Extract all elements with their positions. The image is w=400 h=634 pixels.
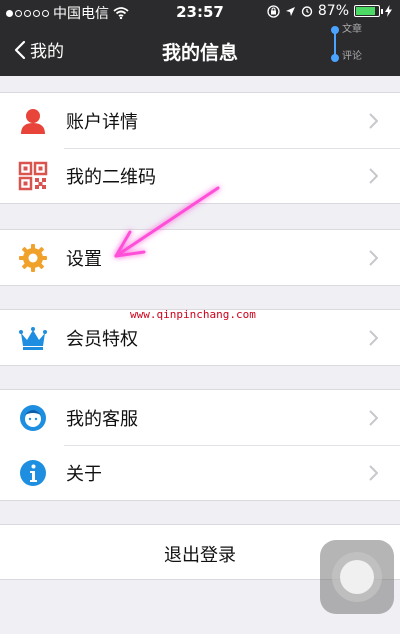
user-icon bbox=[21, 109, 45, 134]
chevron-right-icon bbox=[369, 113, 378, 129]
charging-icon bbox=[385, 5, 392, 17]
chevron-right-icon bbox=[369, 410, 378, 426]
customer-service-icon bbox=[20, 405, 46, 431]
location-icon bbox=[285, 6, 295, 16]
battery-fill bbox=[356, 7, 376, 15]
side-label-article: 文章 bbox=[342, 24, 362, 35]
crown-icon bbox=[19, 327, 47, 350]
menu-item-label: 我的客服 bbox=[66, 408, 138, 430]
side-widget-dot-bottom bbox=[331, 54, 339, 62]
support-group: 我的客服 关于 bbox=[0, 389, 400, 501]
navigation-bar: 我的 我的信息 文章 评论 bbox=[0, 24, 400, 76]
chevron-right-icon bbox=[369, 168, 378, 184]
menu-item-customer-service[interactable]: 我的客服 bbox=[0, 390, 400, 445]
info-icon bbox=[20, 460, 46, 486]
menu-item-label: 关于 bbox=[66, 463, 102, 485]
side-widget-dot-top bbox=[331, 26, 339, 34]
alarm-icon bbox=[301, 6, 313, 17]
gear-icon bbox=[19, 244, 47, 272]
watermark: www.qinpinchang.com bbox=[130, 308, 256, 321]
qr-code-icon bbox=[18, 161, 48, 191]
menu-item-label: 会员特权 bbox=[66, 328, 138, 350]
annotation-arrow-icon bbox=[114, 186, 220, 258]
status-bar: 中国电信 23:57 87% bbox=[0, 0, 400, 24]
side-navigation-widget[interactable]: 文章 评论 bbox=[330, 24, 370, 76]
chevron-right-icon bbox=[369, 250, 378, 266]
battery-icon bbox=[354, 5, 383, 17]
side-label-comment: 评论 bbox=[342, 51, 362, 62]
menu-item-about[interactable]: 关于 bbox=[0, 445, 400, 500]
assistive-touch-button[interactable] bbox=[320, 540, 394, 614]
status-right: 87% bbox=[267, 3, 392, 19]
menu-item-account-details[interactable]: 账户详情 bbox=[0, 93, 400, 148]
menu-item-label: 设置 bbox=[66, 248, 102, 270]
battery-percent: 87% bbox=[317, 3, 349, 19]
rotation-lock-icon bbox=[267, 4, 280, 18]
assistive-touch-core bbox=[340, 560, 374, 594]
chevron-right-icon bbox=[369, 465, 378, 481]
chevron-right-icon bbox=[369, 330, 378, 346]
menu-item-label: 账户详情 bbox=[66, 111, 138, 133]
